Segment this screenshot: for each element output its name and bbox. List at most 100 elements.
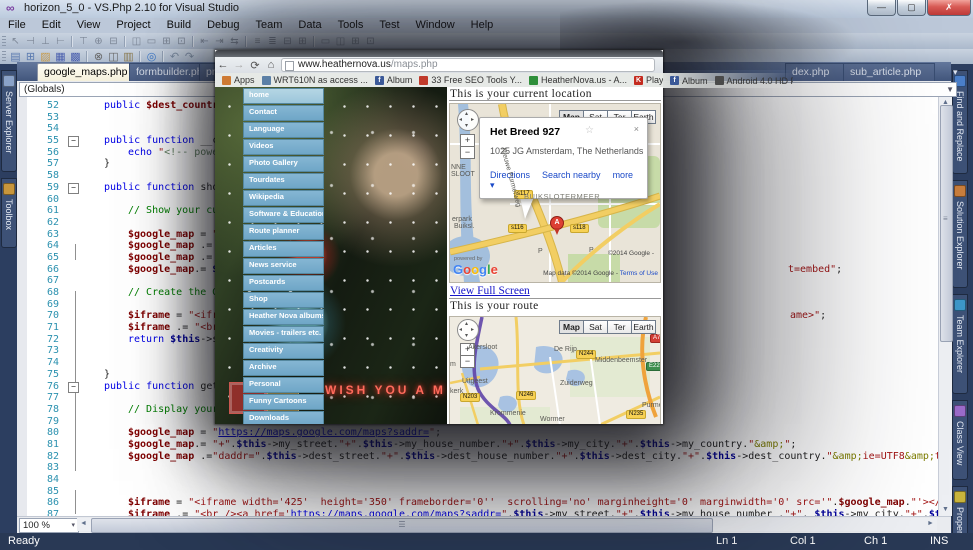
bookmark-item[interactable]: HeatherNova.us - A... bbox=[529, 75, 627, 85]
toolbar-icon[interactable]: ⊞ bbox=[348, 36, 363, 47]
reload-icon[interactable]: ⟳ bbox=[247, 59, 263, 72]
bookmark-item[interactable]: fAlbum bbox=[670, 76, 708, 86]
map-current-location[interactable]: ▴ ▾ ◂ ▸ + − MapSatTerEarth A Het Breed 9… bbox=[449, 103, 661, 283]
fold-collapse-icon[interactable]: − bbox=[68, 183, 79, 194]
menu-project[interactable]: Project bbox=[108, 18, 158, 33]
map-pan-control[interactable]: ▴ ▾ ◂ ▸ bbox=[457, 319, 479, 341]
site-menu-photo-gallery[interactable]: Photo Gallery bbox=[243, 156, 324, 172]
site-menu-route-planner[interactable]: Route planner bbox=[243, 224, 324, 240]
star-icon[interactable]: ☆ bbox=[585, 125, 594, 136]
site-menu-news-service[interactable]: News service bbox=[243, 258, 324, 274]
maximize-button[interactable]: ▢ bbox=[897, 0, 926, 16]
close-icon[interactable]: × bbox=[634, 124, 639, 134]
site-menu-archive[interactable]: Archive bbox=[243, 360, 324, 376]
tab-list-chevron-icon[interactable]: ▾ bbox=[953, 67, 958, 78]
map-route[interactable]: ▴ ▾ ◂ ▸ + − MapSatTerEarth N244N246N203N… bbox=[449, 316, 661, 424]
site-menu-contact[interactable]: Contact bbox=[243, 105, 324, 121]
site-menu-postcards[interactable]: Postcards bbox=[243, 275, 324, 291]
toolbar-icon[interactable]: ⊣ bbox=[23, 36, 38, 47]
horizontal-scroll-track[interactable]: ◄ ☰ ► bbox=[77, 518, 937, 531]
toolbar-icon[interactable]: ⊢ bbox=[53, 36, 68, 47]
toolbar-icon[interactable]: ≡ bbox=[250, 36, 265, 47]
bookmark-item[interactable]: Android 4.0 HD Proj... bbox=[715, 76, 793, 86]
menu-tools[interactable]: Tools bbox=[330, 18, 372, 33]
map-type-earth[interactable]: Earth bbox=[631, 320, 656, 334]
site-menu-software-education[interactable]: Software & Education bbox=[243, 207, 324, 223]
menu-view[interactable]: View bbox=[69, 18, 109, 33]
tool-tab-solution-explorer[interactable]: Solution Explorer bbox=[952, 180, 968, 288]
code-line-83[interactable]: 83 bbox=[17, 462, 938, 474]
menu-test[interactable]: Test bbox=[371, 18, 407, 33]
menu-file[interactable]: File bbox=[0, 18, 34, 33]
bookmark-item[interactable]: WRT610N as access ... bbox=[262, 75, 368, 85]
toolbar-icon[interactable]: ◫ bbox=[333, 36, 348, 47]
site-menu-language[interactable]: Language bbox=[243, 122, 324, 138]
toolbar-icon[interactable]: ⊟ bbox=[106, 36, 121, 47]
toolbar-icon[interactable]: ⊡ bbox=[363, 36, 378, 47]
code-line-82[interactable]: 82$google_map .="daddr=".$this->dest_str… bbox=[17, 451, 938, 463]
horizontal-scroll-thumb[interactable]: ☰ bbox=[91, 518, 713, 533]
menu-build[interactable]: Build bbox=[159, 18, 199, 33]
site-menu-funny-cartoons[interactable]: Funny Cartoons bbox=[243, 394, 324, 410]
back-icon[interactable]: ← bbox=[215, 59, 231, 71]
pan-right-icon[interactable]: ▸ bbox=[471, 326, 474, 333]
site-menu-videos[interactable]: Videos bbox=[243, 139, 324, 155]
map-marker-a[interactable]: A bbox=[550, 216, 564, 230]
pan-left-icon[interactable]: ◂ bbox=[459, 116, 462, 123]
site-menu-articles[interactable]: Articles bbox=[243, 241, 324, 257]
bookmark-item[interactable]: Apps bbox=[222, 75, 255, 85]
code-line-80[interactable]: 80$google_map = "https://maps.google.com… bbox=[17, 427, 938, 439]
scroll-down-icon[interactable]: ▼ bbox=[939, 504, 952, 516]
code-line-81[interactable]: 81$google_map.= "+".$this->my_street."+"… bbox=[17, 439, 938, 451]
fold-collapse-icon[interactable]: − bbox=[68, 382, 79, 393]
site-menu-movies-trailers-etc-[interactable]: Movies - trailers etc. bbox=[243, 326, 324, 342]
site-menu-heather-nova-albums[interactable]: Heather Nova albums bbox=[243, 309, 324, 325]
scroll-left-icon[interactable]: ◄ bbox=[77, 518, 90, 530]
editor-zoom-control[interactable]: 100 % ▾ bbox=[19, 518, 79, 533]
pan-left-icon[interactable]: ◂ bbox=[459, 326, 462, 333]
toolbar-icon[interactable]: ▭ bbox=[318, 36, 333, 47]
bookmark-item[interactable]: 33 Free SEO Tools Y... bbox=[419, 75, 522, 85]
site-menu-downloads[interactable]: Downloads bbox=[243, 411, 324, 424]
tool-tab-toolbox[interactable]: Toolbox bbox=[1, 178, 17, 248]
tool-tab-class-view[interactable]: Class View bbox=[952, 400, 968, 480]
map-type-sat[interactable]: Sat bbox=[583, 320, 608, 334]
menu-data[interactable]: Data bbox=[290, 18, 329, 33]
site-menu-home[interactable]: home bbox=[243, 88, 324, 104]
site-menu-shop[interactable]: Shop bbox=[243, 292, 324, 308]
toolbar-icon[interactable]: ◫ bbox=[129, 36, 144, 47]
vertical-scroll-thumb[interactable] bbox=[940, 105, 953, 342]
close-button[interactable]: ✗ bbox=[927, 0, 971, 16]
toolbar-icon[interactable]: ⇤ bbox=[197, 36, 212, 47]
info-link-search-nearby[interactable]: Search nearby bbox=[542, 170, 601, 180]
terms-of-use-link[interactable]: Terms of Use bbox=[620, 270, 658, 277]
home-icon[interactable]: ⌂ bbox=[263, 59, 279, 71]
toolbar-icon[interactable]: ▭ bbox=[144, 36, 159, 47]
toolbar-icon[interactable]: ⇆ bbox=[227, 36, 242, 47]
toolbar-icon[interactable]: ⊡ bbox=[174, 36, 189, 47]
zoom-out-button[interactable]: − bbox=[460, 146, 475, 159]
code-line-87[interactable]: 87$iframe .= "<br /><a href='https://map… bbox=[17, 509, 938, 516]
tool-tab-team-explorer[interactable]: Team Explorer bbox=[952, 294, 968, 394]
toolbar-icon[interactable]: ⊤ bbox=[76, 36, 91, 47]
bookmark-item[interactable]: fAlbum bbox=[375, 75, 413, 85]
site-menu-personal[interactable]: Personal bbox=[243, 377, 324, 393]
site-menu-creativity[interactable]: Creativity bbox=[243, 343, 324, 359]
toolbar-icon[interactable]: ⊟ bbox=[280, 36, 295, 47]
site-menu-wikipedia[interactable]: Wikipedia bbox=[243, 190, 324, 206]
pan-right-icon[interactable]: ▸ bbox=[471, 116, 474, 123]
pan-down-icon[interactable]: ▾ bbox=[465, 332, 468, 339]
toolbar-icon[interactable]: ⊞ bbox=[159, 36, 174, 47]
map-pan-control[interactable]: ▴ ▾ ◂ ▸ bbox=[457, 109, 479, 131]
menu-edit[interactable]: Edit bbox=[34, 18, 69, 33]
pan-down-icon[interactable]: ▾ bbox=[465, 122, 468, 129]
site-menu-tourdates[interactable]: Tourdates bbox=[243, 173, 324, 189]
toolbar-icon[interactable]: ≣ bbox=[265, 36, 280, 47]
view-full-screen-link[interactable]: View Full Screen bbox=[450, 285, 530, 297]
map-type-map[interactable]: Map bbox=[559, 320, 584, 334]
code-line-86[interactable]: 86$iframe = "<iframe width='425' height=… bbox=[17, 497, 938, 509]
toolbar-icon[interactable]: ⊞ bbox=[295, 36, 310, 47]
minimize-button[interactable]: — bbox=[867, 0, 896, 16]
tool-tab-server-explorer[interactable]: Server Explorer bbox=[1, 70, 17, 172]
toolbar-icon[interactable]: ↖ bbox=[8, 36, 23, 47]
